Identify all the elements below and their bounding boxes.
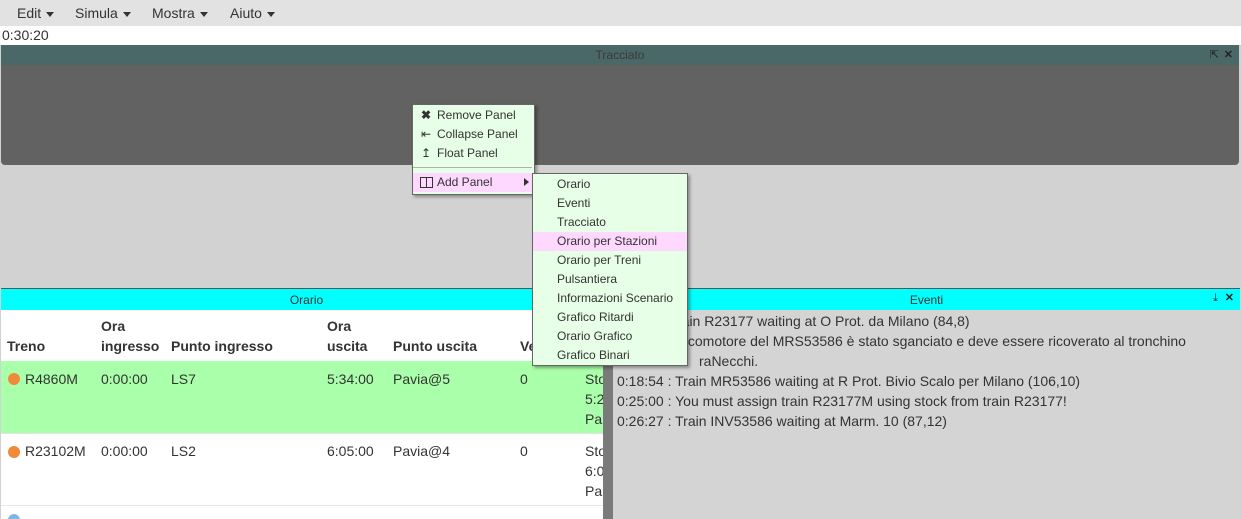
menu-item-label: Add Panel xyxy=(437,175,493,189)
chevron-right-icon xyxy=(524,178,529,186)
cell-ve: 0 xyxy=(520,443,528,459)
menu-item-label: Remove Panel xyxy=(437,108,516,122)
eventi-panel-header[interactable]: Eventi ⤓ ✕ xyxy=(613,288,1240,310)
col-header-punto-uscita[interactable]: Punto uscita xyxy=(393,336,477,356)
menu-mostra[interactable]: Mostra xyxy=(152,5,208,21)
cell-punto-ingresso: LS7 xyxy=(171,371,196,387)
cell-punto-uscita: Pavia@5 xyxy=(393,371,451,387)
cell-uscita: 5:34:00 xyxy=(327,371,374,387)
submenu-item-orario-grafico[interactable]: Orario Grafico xyxy=(533,327,687,346)
submenu-item-orario-per-treni[interactable]: Orario per Treni xyxy=(533,251,687,270)
submenu-item-informazioni-scenario[interactable]: Informazioni Scenario xyxy=(533,289,687,308)
col-header-ora-uscita-1[interactable]: Ora xyxy=(327,316,351,336)
submenu-item-grafico-ritardi[interactable]: Grafico Ritardi xyxy=(533,308,687,327)
simulation-clock: 0:30:20 xyxy=(0,26,1241,45)
orario-panel-title: Orario xyxy=(289,293,324,307)
table-row[interactable] xyxy=(1,505,612,519)
close-panel-icon[interactable]: ✕ xyxy=(1225,289,1234,307)
train-status-dot xyxy=(8,514,20,519)
cell-treno: R4860M xyxy=(25,371,78,387)
close-icon: ✖ xyxy=(420,108,432,122)
eventi-panel-title: Eventi xyxy=(909,293,944,307)
table-row[interactable]: R23102M 0:00:00 LS2 6:05:00 Pavia@4 0 St… xyxy=(1,433,612,506)
menu-item-remove-panel[interactable]: ✖ Remove Panel xyxy=(413,106,532,125)
table-row[interactable]: R4860M 0:00:00 LS7 5:34:00 Pavia@5 0 Sto… xyxy=(1,361,612,433)
menu-item-float-panel[interactable]: ↥ Float Panel xyxy=(413,144,532,163)
col-header-ora-ingresso-2[interactable]: ingresso xyxy=(101,336,159,356)
tracciato-panel-header[interactable]: Tracciato ⇱ ✕ xyxy=(1,45,1239,65)
cell-ingresso: 0:00:00 xyxy=(101,443,148,459)
orario-panel: Orario Treno Ora ingresso Punto ingresso… xyxy=(1,288,612,519)
submenu-item-eventi[interactable]: Eventi xyxy=(533,194,687,213)
col-header-ora-uscita-2[interactable]: uscita xyxy=(327,336,367,356)
caret-down-icon xyxy=(122,11,131,17)
menu-item-label: Float Panel xyxy=(437,146,498,160)
event-line: 0:25:00 : You must assign train R23177M … xyxy=(617,393,1067,409)
tracciato-panel[interactable]: Tracciato ⇱ ✕ xyxy=(1,45,1239,165)
close-panel-icon[interactable]: ✕ xyxy=(1224,45,1233,65)
panel-context-menu: ✖ Remove Panel ⇤ Collapse Panel ↥ Float … xyxy=(412,104,535,195)
caret-down-icon xyxy=(46,11,55,17)
col-header-treno[interactable]: Treno xyxy=(7,336,45,356)
eventi-panel: Eventi ⤓ ✕ rain R23177 waiting at O Prot… xyxy=(613,288,1240,519)
col-header-punto-ingresso[interactable]: Punto ingresso xyxy=(171,336,273,356)
cell-punto-ingresso: LS2 xyxy=(171,443,196,459)
menu-edit-label: Edit xyxy=(17,5,42,21)
orario-panel-header[interactable]: Orario xyxy=(1,288,612,310)
float-icon: ↥ xyxy=(420,146,432,160)
menu-mostra-label: Mostra xyxy=(152,5,195,21)
event-line: 0:26:27 : Train INV53586 waiting at Marm… xyxy=(617,413,947,429)
submenu-item-orario[interactable]: Orario xyxy=(533,175,687,194)
caret-down-icon xyxy=(266,11,275,17)
event-line: rain R23177 waiting at O Prot. da Milano… xyxy=(677,313,970,329)
event-line: locomotore del MRS53586 è stato sganciat… xyxy=(677,333,1186,349)
train-status-dot xyxy=(8,373,20,385)
cell-ingresso: 0:00:00 xyxy=(101,371,148,387)
submenu-item-orario-per-stazioni[interactable]: Orario per Stazioni xyxy=(533,232,687,251)
cell-punto-uscita: Pavia@4 xyxy=(393,443,451,459)
tracciato-panel-title: Tracciato xyxy=(595,48,645,62)
menu-separator xyxy=(413,167,532,168)
train-status-dot xyxy=(8,446,20,458)
float-panel-icon[interactable]: ⇱ xyxy=(1210,45,1219,65)
cell-uscita: 6:05:00 xyxy=(327,443,374,459)
cell-extra: 6:0 xyxy=(585,463,605,479)
caret-down-icon xyxy=(199,11,208,17)
cell-treno: R23102M xyxy=(25,443,86,459)
menu-aiuto-label: Aiuto xyxy=(230,5,262,21)
submenu-item-grafico-binari[interactable]: Grafico Binari xyxy=(533,346,687,365)
submenu-item-pulsantiera[interactable]: Pulsantiera xyxy=(533,270,687,289)
cell-ve: 0 xyxy=(520,371,528,387)
menu-edit[interactable]: Edit xyxy=(17,5,55,21)
event-line: 0:18:54 : Train MR53586 waiting at R Pro… xyxy=(617,373,1081,389)
menu-simula-label: Simula xyxy=(75,5,118,21)
menu-simula[interactable]: Simula xyxy=(75,5,131,21)
cell-extra: Pa xyxy=(585,411,603,427)
event-line: raNecchi. xyxy=(699,353,759,369)
menu-item-label: Collapse Panel xyxy=(437,127,518,141)
menu-item-add-panel[interactable]: Add Panel xyxy=(413,173,532,192)
add-panel-submenu: Orario Eventi Tracciato Orario per Stazi… xyxy=(532,173,688,366)
menu-item-collapse-panel[interactable]: ⇤ Collapse Panel xyxy=(413,125,532,144)
cell-extra: 5:2 xyxy=(585,391,605,407)
menu-bar: Edit Simula Mostra Aiuto xyxy=(0,0,1241,26)
collapse-icon: ⇤ xyxy=(420,127,432,141)
menu-aiuto[interactable]: Aiuto xyxy=(230,5,275,21)
col-header-ora-ingresso-1[interactable]: Ora xyxy=(101,316,125,336)
cell-extra: Pa xyxy=(585,483,603,499)
submenu-item-tracciato[interactable]: Tracciato xyxy=(533,213,687,232)
dock-panel-icon[interactable]: ⤓ xyxy=(1213,289,1218,307)
panel-icon xyxy=(419,173,433,192)
